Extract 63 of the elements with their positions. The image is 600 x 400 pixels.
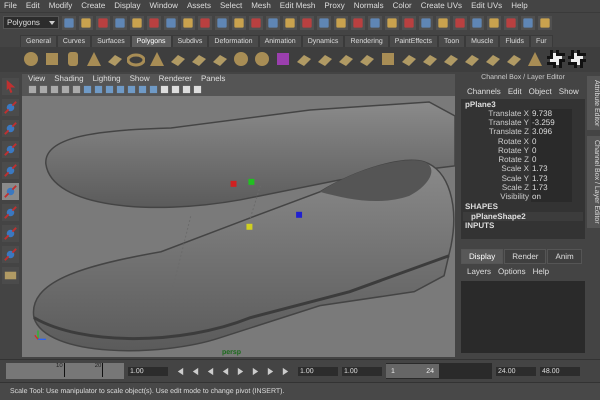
menu-item[interactable]: Edit (508, 86, 522, 96)
attribute-label: Rotate X (496, 136, 530, 146)
menu-item[interactable]: Select (220, 1, 242, 10)
menu-item[interactable]: Normals (354, 1, 384, 10)
attribute-label: Visibility (499, 192, 530, 202)
attribute-value[interactable]: 1.73 (531, 183, 572, 192)
menu-item[interactable]: Shading (54, 74, 84, 84)
layer-tab[interactable]: Display (461, 248, 504, 264)
pyramid-icon[interactable] (148, 50, 166, 68)
layer-tab[interactable]: Anim (547, 248, 582, 264)
menu-item[interactable]: Show (130, 74, 150, 84)
menu-item[interactable]: Help (511, 1, 528, 10)
section-heading: SHAPES (464, 202, 499, 212)
menu-item[interactable]: Options (498, 266, 526, 276)
menu-item[interactable]: Edit UVs (471, 1, 502, 10)
attribute-label: Translate X (488, 108, 530, 118)
menu-item[interactable]: Edit (26, 1, 40, 10)
menu-item[interactable]: Assets (186, 1, 211, 10)
attribute-value[interactable]: on (531, 192, 572, 202)
menu-item[interactable]: Color (392, 1, 412, 10)
menu-item[interactable]: Lighting (92, 74, 121, 84)
menu-item[interactable]: Channels (467, 86, 501, 96)
menu-item[interactable]: Mesh (251, 1, 271, 10)
sphere-icon[interactable] (22, 50, 40, 68)
object-name[interactable]: pPlane3 (463, 100, 583, 109)
attribute-label: Rotate Z (497, 155, 530, 164)
menu-item[interactable]: Display (114, 1, 140, 10)
menu-item[interactable]: Help (532, 266, 550, 276)
sphere-icon[interactable] (253, 50, 271, 68)
caret-icon (49, 20, 55, 25)
menu-item[interactable]: Modify (48, 1, 72, 10)
menu-item[interactable]: Renderer (158, 74, 192, 84)
sphere-icon[interactable] (232, 50, 250, 68)
attribute-label: Scale Y (500, 174, 530, 184)
menu-item[interactable]: Object (528, 86, 552, 96)
menu-item[interactable]: Proxy (324, 1, 345, 10)
attribute-label: Scale Z (500, 183, 530, 192)
cone-icon[interactable] (526, 50, 544, 68)
attribute-label: Translate Y (488, 118, 530, 128)
attribute-label: Scale X (500, 164, 530, 174)
section-heading: INPUTS (464, 220, 494, 231)
attribute-value[interactable]: 0 (531, 155, 572, 164)
attribute-label: Translate Z (488, 127, 530, 137)
mode-dropdown[interactable]: Polygons (3, 16, 59, 30)
cone-icon[interactable] (85, 50, 103, 68)
menu-item[interactable]: Panels (200, 74, 226, 84)
layer-tab[interactable]: Render (504, 248, 546, 264)
attribute-label: Rotate Y (497, 146, 530, 156)
plane-icon[interactable] (2, 266, 18, 284)
menu-item[interactable]: Window (150, 1, 178, 10)
menu-item[interactable]: Show (558, 86, 579, 96)
menu-item[interactable]: Create UVs (420, 1, 462, 10)
menu-item[interactable]: Layers (467, 266, 492, 276)
menu-item[interactable]: View (28, 74, 46, 84)
attribute-value[interactable]: 9.738 (531, 108, 572, 118)
attribute-value[interactable]: 1.73 (531, 164, 572, 174)
attribute-value[interactable]: 3.096 (531, 127, 572, 137)
play-icon[interactable] (236, 366, 245, 376)
shape-name[interactable]: pPlaneShape2 (463, 212, 583, 221)
menu-item[interactable]: File (4, 1, 17, 10)
menu-item[interactable]: Create (81, 1, 106, 10)
menu-item[interactable]: Edit Mesh (280, 1, 316, 10)
play-back-icon[interactable] (221, 366, 230, 376)
